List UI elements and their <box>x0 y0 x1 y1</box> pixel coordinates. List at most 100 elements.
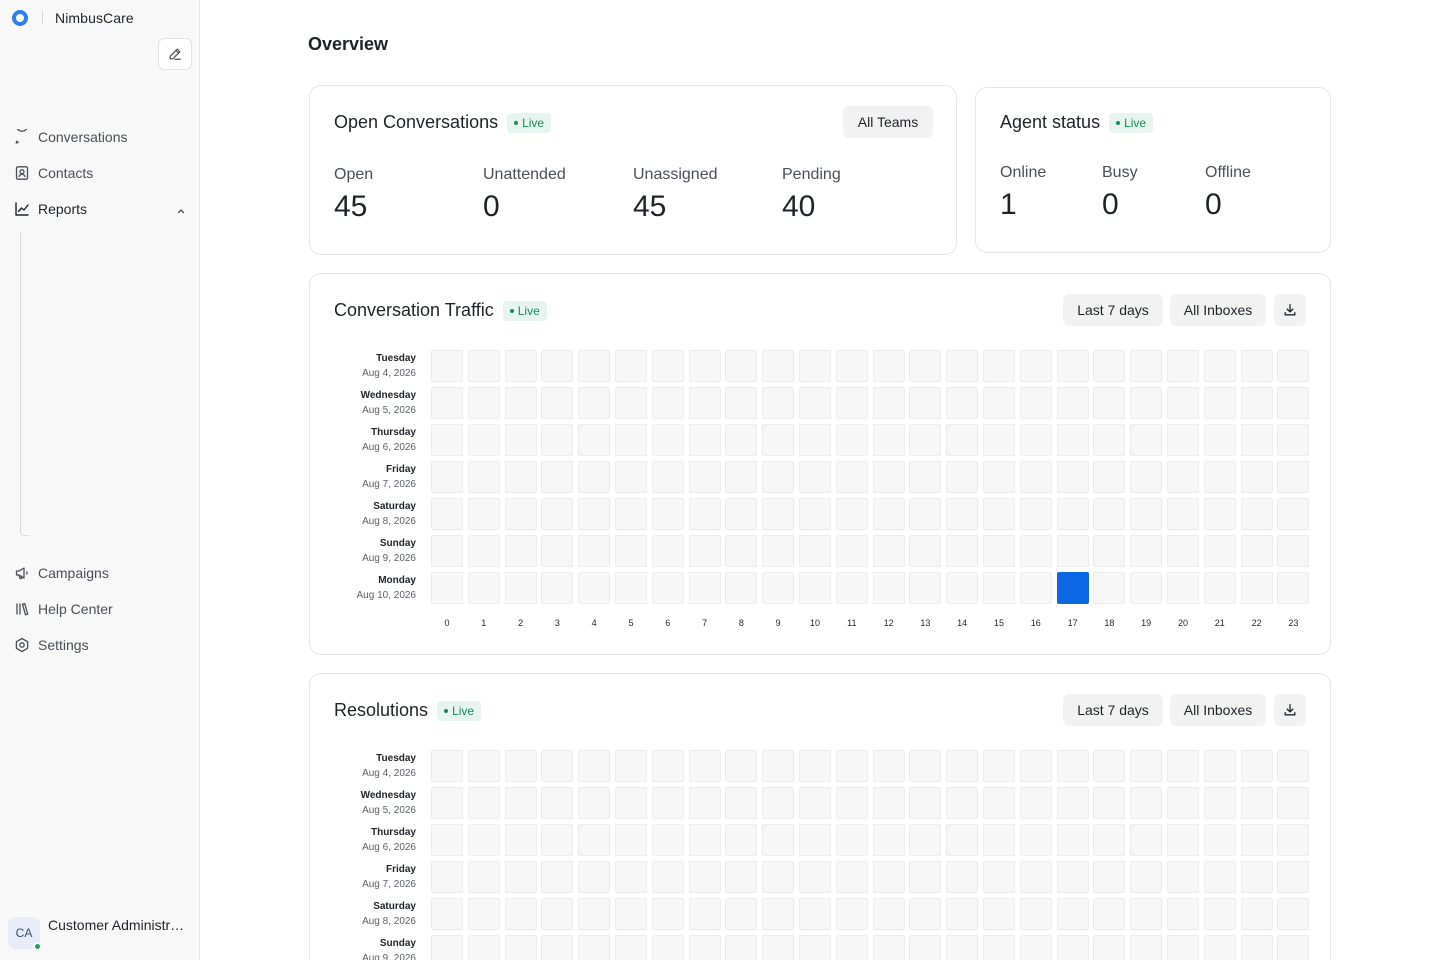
heatmap-cell[interactable] <box>1277 424 1310 456</box>
heatmap-cell[interactable] <box>1056 787 1089 819</box>
heatmap-cell[interactable] <box>467 824 500 856</box>
heatmap-cell[interactable] <box>725 424 758 456</box>
heatmap-cell[interactable] <box>946 461 979 493</box>
heatmap-cell[interactable] <box>909 461 942 493</box>
heatmap-cell[interactable] <box>578 387 611 419</box>
heatmap-cell[interactable] <box>762 387 795 419</box>
heatmap-cell[interactable] <box>1130 498 1163 530</box>
heatmap-cell[interactable] <box>431 424 463 456</box>
heatmap-cell[interactable] <box>1130 350 1163 382</box>
heatmap-cell[interactable] <box>1167 350 1199 382</box>
heatmap-cell[interactable] <box>835 898 868 930</box>
heatmap-cell[interactable] <box>1203 535 1236 567</box>
heatmap-cell[interactable] <box>1130 461 1163 493</box>
heatmap-cell[interactable] <box>1203 461 1236 493</box>
heatmap-cell[interactable] <box>1203 787 1236 819</box>
heatmap-cell[interactable] <box>762 750 795 782</box>
heatmap-cell[interactable] <box>1167 387 1199 419</box>
heatmap-cell[interactable] <box>467 535 500 567</box>
heatmap-cell[interactable] <box>799 861 831 893</box>
date-range-dropdown[interactable]: Last 7 days <box>1063 694 1163 726</box>
heatmap-cell[interactable] <box>431 572 463 604</box>
heatmap-cell[interactable] <box>467 935 500 960</box>
heatmap-cell[interactable] <box>909 498 942 530</box>
heatmap-cell[interactable] <box>799 787 831 819</box>
heatmap-cell[interactable] <box>1019 787 1052 819</box>
heatmap-cell[interactable] <box>541 387 574 419</box>
heatmap-cell[interactable] <box>688 498 721 530</box>
heatmap-cell[interactable] <box>983 898 1015 930</box>
heatmap-cell[interactable] <box>1093 572 1126 604</box>
heatmap-cell[interactable] <box>1277 498 1310 530</box>
heatmap-cell[interactable] <box>909 824 942 856</box>
heatmap-cell[interactable] <box>946 387 979 419</box>
heatmap-cell[interactable] <box>615 898 647 930</box>
heatmap-cell[interactable] <box>799 498 831 530</box>
heatmap-cell[interactable] <box>835 787 868 819</box>
heatmap-cell[interactable] <box>799 935 831 960</box>
heatmap-cell[interactable] <box>1240 750 1273 782</box>
heatmap-cell[interactable] <box>909 387 942 419</box>
heatmap-cell[interactable] <box>688 824 721 856</box>
heatmap-cell[interactable] <box>578 461 611 493</box>
heatmap-cell[interactable] <box>983 750 1015 782</box>
heatmap-cell[interactable] <box>799 461 831 493</box>
heatmap-cell[interactable] <box>1167 535 1199 567</box>
heatmap-cell[interactable] <box>1167 572 1199 604</box>
heatmap-cell[interactable] <box>1167 935 1199 960</box>
heatmap-cell[interactable] <box>946 572 979 604</box>
heatmap-cell[interactable] <box>431 498 463 530</box>
heatmap-cell[interactable] <box>835 861 868 893</box>
heatmap-cell[interactable] <box>651 461 684 493</box>
heatmap-cell[interactable] <box>504 750 537 782</box>
heatmap-cell[interactable] <box>651 861 684 893</box>
heatmap-cell[interactable] <box>431 898 463 930</box>
heatmap-cell[interactable] <box>541 572 574 604</box>
heatmap-cell[interactable] <box>946 898 979 930</box>
heatmap-cell[interactable] <box>909 787 942 819</box>
heatmap-cell[interactable] <box>578 824 611 856</box>
heatmap-cell[interactable] <box>983 572 1015 604</box>
heatmap-cell[interactable] <box>541 461 574 493</box>
heatmap-cell[interactable] <box>1277 824 1310 856</box>
user-profile[interactable]: CA Customer Administrator <box>8 916 194 951</box>
heatmap-cell[interactable] <box>725 787 758 819</box>
heatmap-cell[interactable] <box>504 572 537 604</box>
sidebar-item-settings[interactable]: Settings <box>14 633 190 657</box>
heatmap-cell[interactable] <box>799 387 831 419</box>
sidebar-item-conversations[interactable]: Conversations <box>14 125 190 149</box>
sidebar-item-reports[interactable]: Reports <box>14 197 190 221</box>
heatmap-cell[interactable] <box>1130 750 1163 782</box>
heatmap-cell[interactable] <box>504 461 537 493</box>
heatmap-cell[interactable] <box>1167 861 1199 893</box>
heatmap-cell[interactable] <box>541 498 574 530</box>
heatmap-cell[interactable] <box>615 535 647 567</box>
heatmap-cell[interactable] <box>1167 461 1199 493</box>
heatmap-cell[interactable] <box>835 535 868 567</box>
heatmap-cell[interactable] <box>541 535 574 567</box>
heatmap-cell[interactable] <box>835 424 868 456</box>
heatmap-cell[interactable] <box>615 824 647 856</box>
heatmap-cell[interactable] <box>762 824 795 856</box>
heatmap-cell[interactable] <box>1093 898 1126 930</box>
heatmap-cell[interactable] <box>1093 387 1126 419</box>
heatmap-cell[interactable] <box>541 350 574 382</box>
heatmap-cell[interactable] <box>688 898 721 930</box>
heatmap-cell[interactable] <box>1019 824 1052 856</box>
heatmap-cell[interactable] <box>615 424 647 456</box>
date-range-dropdown[interactable]: Last 7 days <box>1063 294 1163 326</box>
heatmap-cell[interactable] <box>1277 387 1310 419</box>
heatmap-cell[interactable] <box>1277 572 1310 604</box>
heatmap-cell[interactable] <box>1130 387 1163 419</box>
heatmap-cell[interactable] <box>762 461 795 493</box>
heatmap-cell[interactable] <box>688 750 721 782</box>
heatmap-cell[interactable] <box>651 935 684 960</box>
heatmap-cell[interactable] <box>983 861 1015 893</box>
heatmap-cell[interactable] <box>688 861 721 893</box>
heatmap-cell[interactable] <box>983 387 1015 419</box>
heatmap-cell[interactable] <box>835 498 868 530</box>
heatmap-cell[interactable] <box>946 498 979 530</box>
heatmap-cell[interactable] <box>1277 350 1310 382</box>
heatmap-cell[interactable] <box>467 498 500 530</box>
heatmap-cell[interactable] <box>983 350 1015 382</box>
